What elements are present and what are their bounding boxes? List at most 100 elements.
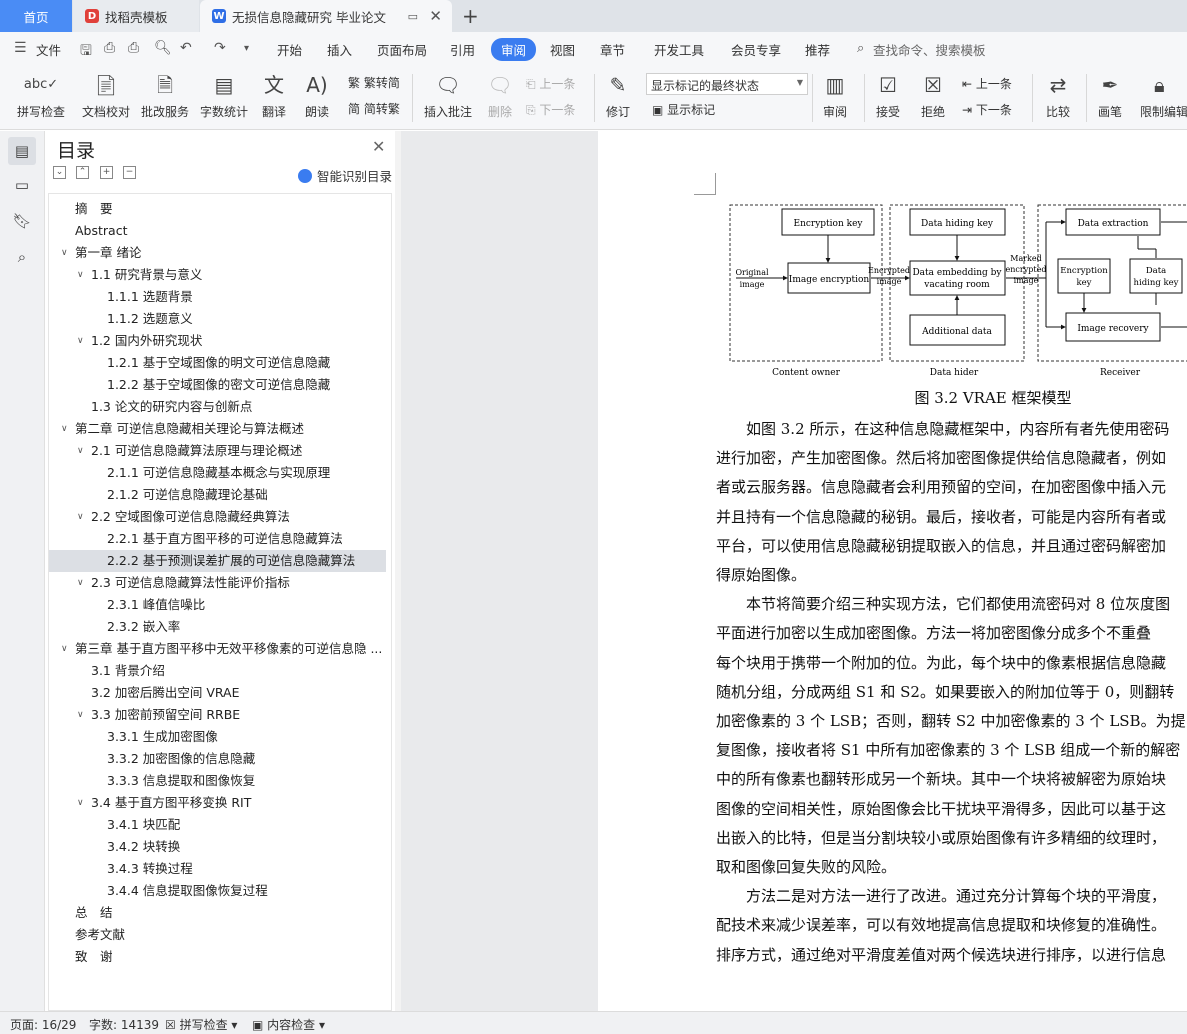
toc-panel-icon[interactable]: ▤ <box>8 137 36 165</box>
chevron-down-icon[interactable]: ∨ <box>61 638 73 660</box>
toc-item[interactable]: 3.4.4 信息提取图像恢复过程 <box>49 880 386 902</box>
toc-item[interactable]: 摘 要 <box>49 198 386 220</box>
content-check-status[interactable]: ▣ 内容检查 ▾ <box>252 1016 325 1033</box>
chevron-down-icon[interactable]: ∨ <box>77 264 89 286</box>
toc-item[interactable]: ∨ 3.4 基于直方图平移变换 RIT <box>49 792 386 814</box>
chevron-down-icon[interactable]: ∨ <box>77 572 89 594</box>
toc-item[interactable]: 2.1.1 可逆信息隐藏基本概念与实现原理 <box>49 462 386 484</box>
close-tab-icon[interactable]: ✕ <box>429 7 442 25</box>
spell-check-status[interactable]: ☒ 拼写检查 ▾ <box>165 1016 237 1033</box>
menu-reference[interactable]: 引用 <box>450 40 475 59</box>
word-count-button[interactable]: ▤ 字数统计 <box>198 70 250 120</box>
to-simplified-button[interactable]: 简 简转繁 <box>348 100 400 117</box>
tab-document[interactable]: W 无损信息隐藏研究 毕业论文 ▭ ✕ <box>200 0 452 32</box>
toc-item[interactable]: 3.3.1 生成加密图像 <box>49 726 386 748</box>
menu-recommend[interactable]: 推荐 <box>805 40 830 59</box>
restrict-edit-button[interactable]: 🔒︎ 限制编辑 <box>1140 70 1187 120</box>
export-icon[interactable]: ⎙ <box>104 40 115 56</box>
toc-item[interactable]: Abstract <box>49 220 386 242</box>
toc-item[interactable]: ∨ 2.1 可逆信息隐藏算法原理与理论概述 <box>49 440 386 462</box>
chevron-down-icon[interactable]: ∨ <box>61 418 73 440</box>
toc-item[interactable]: ∨ 1.2 国内外研究现状 <box>49 330 386 352</box>
menu-review[interactable]: 审阅 <box>491 38 537 61</box>
page-indicator[interactable]: 页面: 16/29 <box>10 1016 76 1033</box>
insert-comment-button[interactable]: 🗨 插入批注 <box>420 70 476 120</box>
search-icon[interactable]: ⌕ <box>8 243 36 271</box>
toc-item[interactable]: ∨ 1.1 研究背景与意义 <box>49 264 386 286</box>
menu-chapter[interactable]: 章节 <box>600 40 625 59</box>
toc-item[interactable]: 2.3.1 峰值信噪比 <box>49 594 386 616</box>
command-search[interactable]: 查找命令、搜索模板 <box>873 40 986 59</box>
toc-item[interactable]: ∨ 第三章 基于直方图平移中无效平移像素的可逆信息隐 ... <box>49 638 386 660</box>
toc-item[interactable]: 总 结 <box>49 902 386 924</box>
window-icon[interactable]: ▭ <box>408 10 418 23</box>
new-tab-icon[interactable]: + <box>462 4 479 28</box>
chevron-down-icon[interactable]: ∨ <box>77 792 89 814</box>
tab-template[interactable]: D 找稻壳模板 <box>73 0 199 32</box>
collapse-all-icon[interactable]: ⌄ <box>53 166 66 179</box>
delete-comment-button[interactable]: 🗨 删除 <box>482 70 518 120</box>
toc-item[interactable]: 2.2.1 基于直方图平移的可逆信息隐藏算法 <box>49 528 386 550</box>
toc-item[interactable]: 3.4.1 块匹配 <box>49 814 386 836</box>
close-icon[interactable]: ✕ <box>372 137 385 156</box>
reject-button[interactable]: ☒ 拒绝 <box>915 70 951 120</box>
to-traditional-button[interactable]: 繁 繁转简 <box>348 74 400 91</box>
chevron-down-icon[interactable]: ∨ <box>77 440 89 462</box>
show-markup-button[interactable]: ▣ 显示标记 <box>652 101 715 118</box>
menu-devtools[interactable]: 开发工具 <box>654 40 704 59</box>
toc-item[interactable]: 3.3.3 信息提取和图像恢复 <box>49 770 386 792</box>
toc-item[interactable]: 2.1.2 可逆信息隐藏理论基础 <box>49 484 386 506</box>
toc-item[interactable]: ∨ 第二章 可逆信息隐藏相关理论与算法概述 <box>49 418 386 440</box>
toc-item[interactable]: 1.3 论文的研究内容与创新点 <box>49 396 386 418</box>
bookmark-icon[interactable]: 🔖︎ <box>8 207 36 235</box>
toc-item[interactable]: 1.2.2 基于空域图像的密文可逆信息隐藏 <box>49 374 386 396</box>
translate-button[interactable]: 文 翻译 <box>256 70 292 120</box>
document-page[interactable]: Encryption key Image encryption Original… <box>598 131 1187 1011</box>
toc-item[interactable]: ∨ 2.2 空域图像可逆信息隐藏经典算法 <box>49 506 386 528</box>
remove-heading-icon[interactable]: − <box>123 166 136 179</box>
menu-insert[interactable]: 插入 <box>327 40 352 59</box>
chevron-down-icon[interactable]: ∨ <box>61 242 73 264</box>
preview-icon[interactable]: 🔍︎ <box>154 40 172 56</box>
toc-item[interactable]: ∨ 第一章 绪论 <box>49 242 386 264</box>
next-comment-button[interactable]: ⎘ 下一条 <box>526 101 575 118</box>
menu-file[interactable]: 文件 <box>36 40 61 59</box>
menu-member[interactable]: 会员专享 <box>731 40 781 59</box>
next-change-button[interactable]: ⇥ 下一条 <box>962 101 1012 118</box>
menu-start[interactable]: 开始 <box>277 40 302 59</box>
redo-icon[interactable]: ↷ <box>214 40 226 56</box>
pen-button[interactable]: ✒ 画笔 <box>1092 70 1128 120</box>
toc-item[interactable]: 3.1 背景介绍 <box>49 660 386 682</box>
hamburger-icon[interactable]: ☰ <box>14 40 27 56</box>
chevron-down-icon[interactable]: ∨ <box>77 704 89 726</box>
toc-item[interactable]: ∨ 2.3 可逆信息隐藏算法性能评价指标 <box>49 572 386 594</box>
prev-comment-button[interactable]: ⎗ 上一条 <box>526 75 575 92</box>
toc-item[interactable]: 3.3.2 加密图像的信息隐藏 <box>49 748 386 770</box>
toc-item[interactable]: 致 谢 <box>49 946 386 968</box>
chapter-nav-icon[interactable]: ▭ <box>8 171 36 199</box>
toc-item[interactable]: 3.4.2 块转换 <box>49 836 386 858</box>
smart-toc-button[interactable]: 智能识别目录 <box>298 166 392 185</box>
chevron-down-icon[interactable]: ∨ <box>77 506 89 528</box>
spell-check-button[interactable]: abc✓ 拼写检查 <box>10 70 72 120</box>
chevron-down-icon[interactable]: ▾ <box>244 43 249 54</box>
word-count[interactable]: 字数: 14139 <box>89 1016 159 1033</box>
expand-all-icon[interactable]: ⌃ <box>76 166 89 179</box>
batch-service-button[interactable]: 🗎 批改服务 <box>139 70 191 120</box>
review-pane-button[interactable]: ▥ 审阅 <box>816 70 854 120</box>
toc-item[interactable]: 参考文献 <box>49 924 386 946</box>
print-icon[interactable]: ⎙ <box>128 40 139 56</box>
undo-icon[interactable]: ↶ <box>180 40 192 56</box>
toc-item[interactable]: 2.3.2 嵌入率 <box>49 616 386 638</box>
accept-button[interactable]: ☑ 接受 <box>870 70 906 120</box>
add-heading-icon[interactable]: + <box>100 166 113 179</box>
tab-home[interactable]: 首页 <box>0 0 72 32</box>
toc-item[interactable]: 3.4.3 转换过程 <box>49 858 386 880</box>
proofread-button[interactable]: 📄︎ 文档校对 <box>80 70 132 120</box>
compare-button[interactable]: ⇄ 比较 <box>1038 70 1078 120</box>
revise-button[interactable]: ✎ 修订 <box>600 70 636 120</box>
toc-item[interactable]: ∨ 3.3 加密前预留空间 RRBE <box>49 704 386 726</box>
toc-item[interactable]: 1.1.1 选题背景 <box>49 286 386 308</box>
chevron-down-icon[interactable]: ∨ <box>77 330 89 352</box>
toc-item[interactable]: 3.2 加密后腾出空间 VRAE <box>49 682 386 704</box>
